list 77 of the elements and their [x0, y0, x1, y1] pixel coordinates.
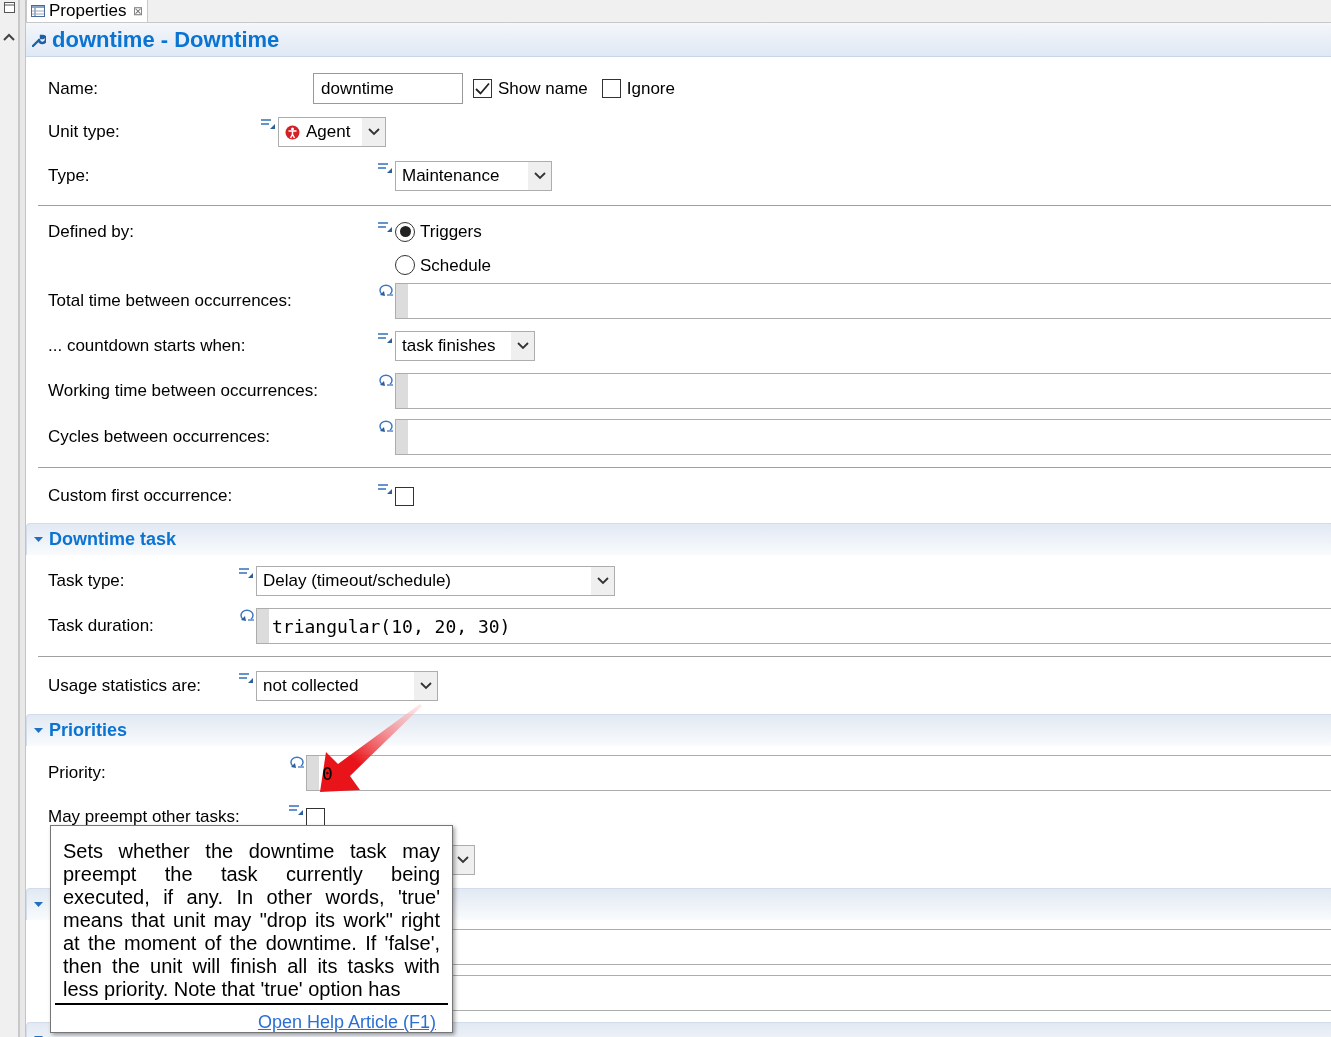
expression-field[interactable]	[395, 419, 1331, 455]
field-label: Unit type:	[48, 122, 120, 142]
restore-icon[interactable]	[3, 2, 15, 13]
checkbox[interactable]	[601, 79, 621, 98]
dropdown[interactable]: not collected	[256, 671, 438, 701]
expand-icon[interactable]	[33, 725, 43, 736]
field-label: Defined by:	[48, 222, 134, 241]
field-label: Working time between occurrences:	[48, 381, 318, 401]
field-label: Task duration:	[48, 616, 154, 636]
dropdown[interactable]: Agent	[278, 117, 386, 147]
field-label: ... countdown starts when:	[48, 336, 246, 356]
tooltip-text: Sets whether the downtime task may preempt the task currently being executed, if any. In other words, 'true' means that unit may "drop its work" right at the moment of the downtime. If 'false', then the unit will finish all its tasks with less priority. Note that 'true' option has	[63, 840, 440, 1001]
dropdown[interactable]	[451, 845, 475, 875]
field-label: Type:	[48, 166, 90, 186]
lines-icon[interactable]	[378, 162, 392, 174]
agent-icon[interactable]	[285, 124, 300, 140]
checkbox[interactable]	[395, 486, 414, 506]
checkbox-label: Show name	[498, 77, 588, 100]
help-link[interactable]: Open Help Article (F1)	[257, 1009, 436, 1036]
lines-icon[interactable]	[239, 672, 253, 684]
checkbox[interactable]	[473, 79, 492, 98]
loop-arrow-icon[interactable]	[378, 374, 394, 388]
dropdown[interactable]: Maintenance	[395, 161, 552, 191]
caret-icon[interactable]	[456, 856, 469, 864]
expression-field[interactable]	[395, 373, 1331, 409]
section-title[interactable]: Downtime task	[49, 526, 177, 553]
loop-arrow-icon[interactable]	[378, 284, 394, 298]
radio-button[interactable]	[395, 255, 415, 276]
tab-label: Properties	[49, 0, 127, 22]
field-gutter	[396, 420, 408, 454]
field-label: May preempt other tasks:	[48, 807, 240, 827]
dropdown[interactable]: task finishes	[395, 331, 535, 361]
field-label: Total time between occurrences:	[48, 291, 292, 311]
radio-label: Schedule	[420, 254, 491, 277]
field-gutter	[396, 284, 408, 318]
loop-arrow-icon[interactable]	[289, 756, 305, 770]
code-text: 0	[321, 761, 333, 786]
section-title[interactable]: Priorities	[49, 717, 128, 744]
caret-icon[interactable]	[516, 342, 529, 350]
field-gutter	[307, 756, 319, 790]
chevron-up-icon[interactable]	[3, 33, 15, 41]
field-label: Task type:	[48, 571, 125, 591]
loop-arrow-icon[interactable]	[239, 609, 255, 623]
field-gutter	[396, 374, 408, 408]
expand-icon[interactable]	[33, 899, 43, 910]
field-label: Name:	[48, 78, 99, 98]
field-gutter	[257, 609, 269, 643]
field-label: Priority:	[48, 763, 106, 783]
lines-icon[interactable]	[261, 118, 275, 130]
expand-icon[interactable]	[33, 534, 43, 545]
lines-icon[interactable]	[378, 332, 392, 344]
wrench-icon	[32, 32, 46, 47]
lines-icon[interactable]	[378, 483, 392, 495]
caret-icon[interactable]	[533, 172, 546, 180]
table-icon[interactable]	[31, 4, 45, 17]
loop-arrow-icon[interactable]	[378, 420, 394, 434]
field-label: Usage statistics are:	[48, 676, 202, 696]
properties-tab[interactable]: Properties ⊠	[26, 0, 149, 22]
caret-icon[interactable]	[419, 682, 432, 690]
caret-icon[interactable]	[596, 577, 609, 585]
expression-field[interactable]	[395, 283, 1331, 319]
checkbox-label: Ignore	[626, 77, 675, 100]
field-label: Custom first occurrence:	[48, 486, 233, 506]
field-label: Cycles between occurrences:	[48, 427, 271, 447]
caret-icon[interactable]	[367, 128, 380, 136]
lines-icon[interactable]	[378, 221, 392, 233]
panel-title: downtime - Downtime	[52, 26, 280, 54]
text-field[interactable]: downtime	[313, 73, 463, 104]
expression-field[interactable]: 0	[306, 755, 1331, 791]
dropdown[interactable]: Delay (timeout/schedule)	[256, 566, 615, 596]
code-text: triangular(10, 20, 30)	[271, 614, 511, 639]
close-icon[interactable]: ⊠	[133, 1, 144, 20]
radio-label: Triggers	[420, 221, 482, 243]
expression-field[interactable]: triangular(10, 20, 30)	[256, 608, 1331, 644]
radio-button[interactable]	[395, 221, 415, 242]
lines-icon[interactable]	[289, 804, 303, 816]
lines-icon[interactable]	[239, 567, 253, 579]
